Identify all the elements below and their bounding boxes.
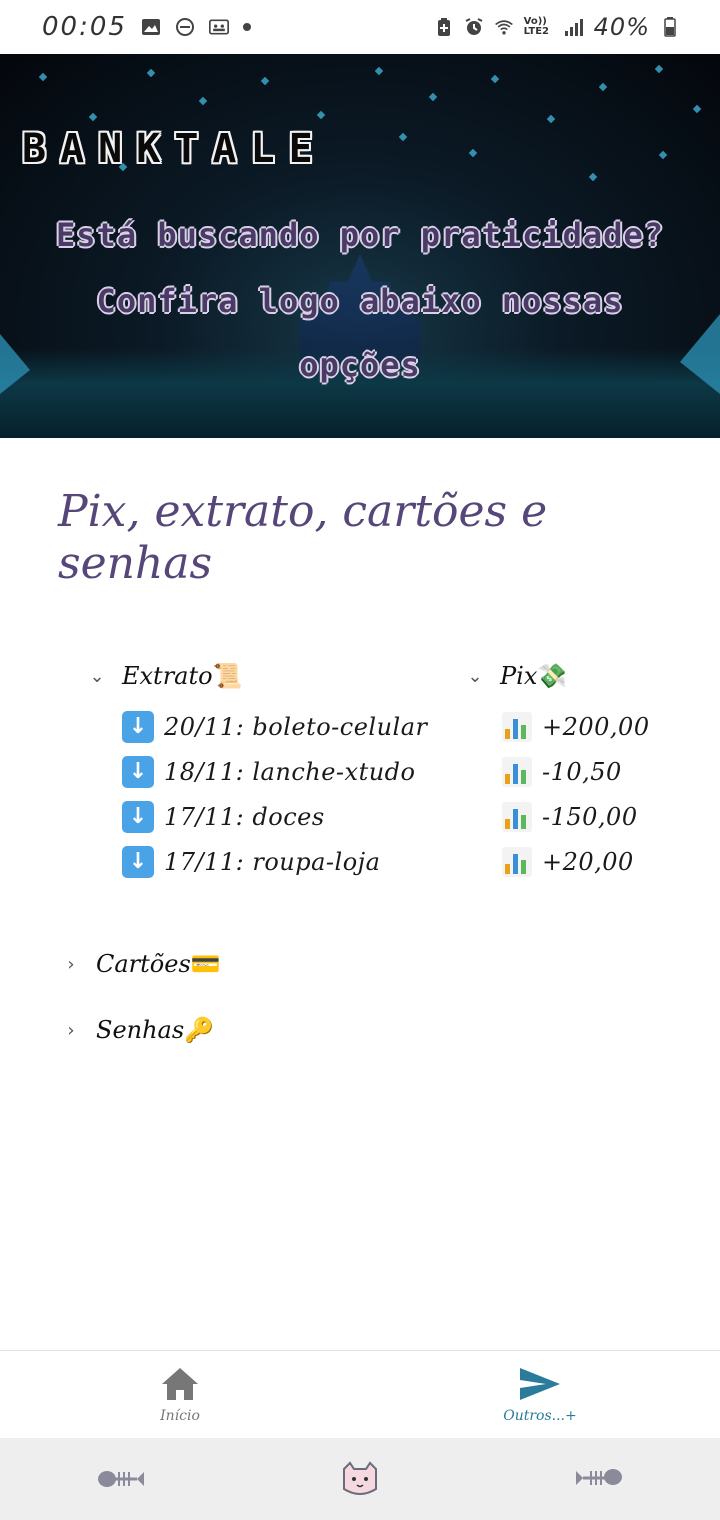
chevron-right-icon: ›: [67, 1019, 75, 1041]
chevron-right-icon: ›: [67, 953, 75, 975]
list-item: ↓ 17/11: doces: [122, 794, 428, 839]
pix-label: Pix: [500, 662, 538, 690]
banner-title: BANKTALE: [22, 126, 327, 172]
key-icon: 🔑: [184, 1016, 215, 1044]
list-item: ↓ 20/11: boleto-celular: [122, 704, 428, 749]
down-arrow-icon: ↓: [122, 755, 154, 788]
wifi-icon: [494, 20, 513, 35]
page-title: Pix, extrato, cartões e senhas: [58, 486, 548, 589]
list-item: ↓ 18/11: lanche-xtudo: [122, 749, 428, 794]
bar-chart-icon: [502, 846, 532, 877]
nav-others-label: Outros...+: [503, 1407, 577, 1424]
list-item: +20,00: [502, 839, 650, 884]
down-arrow-icon: ↓: [122, 845, 154, 878]
chevron-down-icon: ⌄: [89, 665, 105, 687]
nav-others[interactable]: Outros...+: [360, 1351, 720, 1438]
banner-tagline-1: Está buscando por praticidade?: [56, 216, 664, 254]
pix-section: ⌄ Pix💸 +200,00 -10,50 -150,00 +20,00: [466, 658, 650, 884]
pix-amount: +200,00: [542, 712, 650, 741]
credit-card-icon: 💳: [190, 950, 221, 978]
extrato-list: ↓ 20/11: boleto-celular ↓ 18/11: lanche-…: [122, 704, 428, 884]
do-not-disturb-icon: [175, 18, 194, 36]
banner-tagline-2: Confira logo abaixo nossas: [96, 282, 624, 320]
nav-home[interactable]: Início: [0, 1351, 360, 1438]
extrato-label: Extrato: [122, 662, 213, 690]
system-navigation-bar: [0, 1438, 720, 1520]
extrato-entry: 17/11: doces: [164, 802, 325, 831]
extrato-entry: 18/11: lanche-xtudo: [164, 757, 416, 786]
pix-amount: -150,00: [542, 802, 638, 831]
senhas-label: Senhas: [96, 1016, 185, 1044]
money-icon: 💸: [537, 662, 568, 690]
list-item: -10,50: [502, 749, 650, 794]
cartoes-label: Cartões: [96, 950, 191, 978]
cartoes-toggle[interactable]: › Cartões💳: [62, 946, 221, 982]
status-left: 00:05: [42, 12, 251, 42]
network-type: Vo)) LTE2: [523, 16, 549, 37]
down-arrow-icon: ↓: [122, 800, 154, 833]
send-icon: [520, 1367, 560, 1400]
image-notification-icon: [141, 19, 160, 35]
down-arrow-icon: ↓: [122, 710, 154, 743]
cat-face-home-icon[interactable]: [340, 1461, 380, 1497]
senhas-toggle[interactable]: › Senhas🔑: [62, 1012, 214, 1048]
home-icon: [162, 1367, 198, 1400]
battery-icon: [664, 17, 676, 37]
list-item: +200,00: [502, 704, 650, 749]
senhas-section: › Senhas🔑: [62, 1012, 214, 1048]
bar-chart-icon: [502, 756, 532, 787]
meeting-notification-icon: [208, 19, 229, 35]
bar-chart-icon: [502, 801, 532, 832]
battery-saver-icon: [437, 18, 450, 36]
status-right: Vo)) LTE2 40%: [434, 13, 680, 41]
fish-bone-recent-icon[interactable]: [575, 1464, 623, 1494]
pix-amount: +20,00: [542, 847, 634, 876]
list-item: ↓ 17/11: roupa-loja: [122, 839, 428, 884]
hero-banner: BANKTALE Está buscando por praticidade? …: [0, 54, 720, 438]
alarm-icon: [465, 18, 483, 35]
extrato-entry: 20/11: boleto-celular: [164, 712, 428, 741]
status-bar: 00:05 Vo)) LTE2 40%: [0, 0, 720, 54]
battery-percentage: 40%: [593, 13, 650, 41]
extrato-entry: 17/11: roupa-loja: [164, 847, 381, 876]
banner-tagline-3: opções: [299, 346, 421, 384]
nav-home-label: Início: [160, 1407, 200, 1424]
cartoes-section: › Cartões💳: [62, 946, 221, 982]
extrato-toggle[interactable]: ⌄ Extrato📜: [88, 658, 428, 694]
chevron-down-icon: ⌄: [467, 665, 483, 687]
bottom-navigation: Início Outros...+: [0, 1350, 720, 1438]
bar-chart-icon: [502, 711, 532, 742]
signal-icon: [564, 19, 583, 36]
scroll-icon: 📜: [212, 662, 243, 690]
fish-bone-back-icon[interactable]: [97, 1464, 145, 1494]
notification-dot-icon: [242, 23, 251, 31]
list-item: -150,00: [502, 794, 650, 839]
pix-amount: -10,50: [542, 757, 622, 786]
pix-list: +200,00 -10,50 -150,00 +20,00: [502, 704, 650, 884]
status-time: 00:05: [42, 12, 127, 42]
pix-toggle[interactable]: ⌄ Pix💸: [466, 658, 650, 694]
extrato-section: ⌄ Extrato📜 ↓ 20/11: boleto-celular ↓ 18/…: [88, 658, 428, 884]
